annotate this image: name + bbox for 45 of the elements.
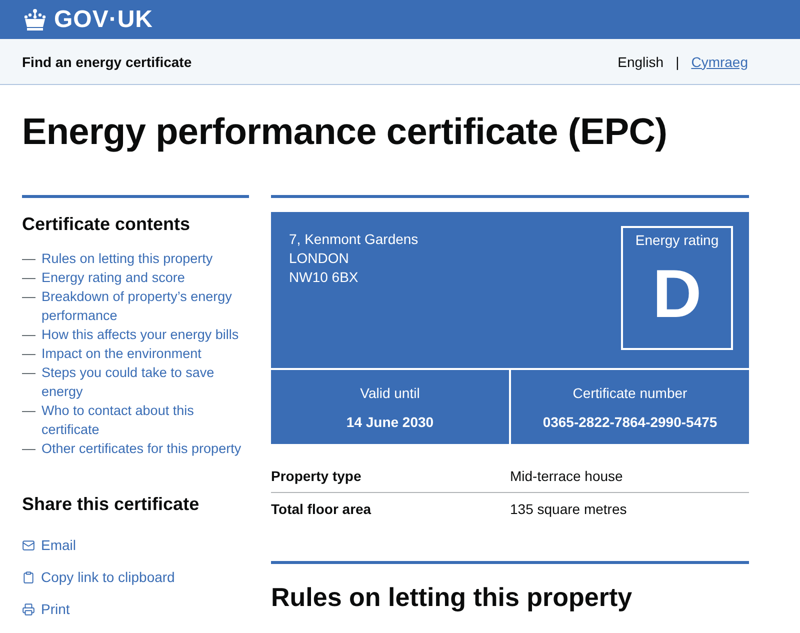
summary-value: 135 square metres <box>510 501 627 517</box>
share-heading: Share this certificate <box>22 494 200 515</box>
share-link[interactable]: Email <box>22 537 249 553</box>
dash-marker: — <box>22 402 36 420</box>
language-link[interactable]: Cymraeg <box>691 54 748 70</box>
dash-marker: — <box>22 440 36 458</box>
dash-marker: — <box>22 250 36 268</box>
valid-label: Valid until <box>360 384 420 400</box>
number-label: Certificate number <box>572 384 688 400</box>
contents-link[interactable]: Impact on the environment <box>42 344 202 363</box>
address-line: 7, Kenmont Gardens <box>289 230 418 249</box>
dash-marker: — <box>22 345 36 363</box>
contents-link[interactable]: Energy rating and score <box>42 268 185 287</box>
section-heading: Rules on letting this property <box>271 582 634 613</box>
address-line: LONDON <box>289 249 350 268</box>
address-line: NW10 6BX <box>289 268 360 287</box>
printer-icon <box>22 602 35 616</box>
dash-marker: — <box>22 364 36 382</box>
service-name[interactable]: Find an energy certificate <box>22 54 192 70</box>
envelope-icon <box>22 538 35 552</box>
valid-date: 14 June 2030 <box>346 414 434 430</box>
language-link[interactable]: English <box>618 54 664 70</box>
clipboard-icon <box>22 570 35 584</box>
contents-link[interactable]: Rules on letting this property <box>42 249 213 268</box>
share-link[interactable]: Copy link to clipboard <box>22 569 249 585</box>
summary-value: Mid-terrace house <box>510 468 623 484</box>
certificate-number: 0365-2822-7864-2990-5475 <box>542 414 718 430</box>
crown-icon <box>22 8 48 32</box>
rating-label: Energy rating <box>635 232 719 248</box>
logo-text[interactable]: GOV·UK <box>54 6 153 34</box>
contents-link[interactable]: How this affects your energy bills <box>42 325 239 344</box>
contents-heading: Certificate contents <box>22 214 192 235</box>
summary-key: Property type <box>271 468 510 484</box>
dash-marker: — <box>22 288 36 306</box>
dash-marker: — <box>22 326 36 344</box>
share-link[interactable]: Print <box>22 601 249 617</box>
dash-marker: — <box>22 269 36 287</box>
contents-link[interactable]: Steps you could take to save energy <box>42 363 249 401</box>
separator: | <box>676 54 680 70</box>
summary-key: Total floor area <box>271 501 510 517</box>
rating-letter: D <box>652 260 702 328</box>
contents-link[interactable]: Other certificates for this property <box>42 439 242 458</box>
contents-link[interactable]: Breakdown of property’s energy performance <box>42 287 249 325</box>
contents-link[interactable]: Who to contact about this certificate <box>42 401 249 439</box>
page-title: Energy performance certificate (EPC) <box>22 111 668 153</box>
